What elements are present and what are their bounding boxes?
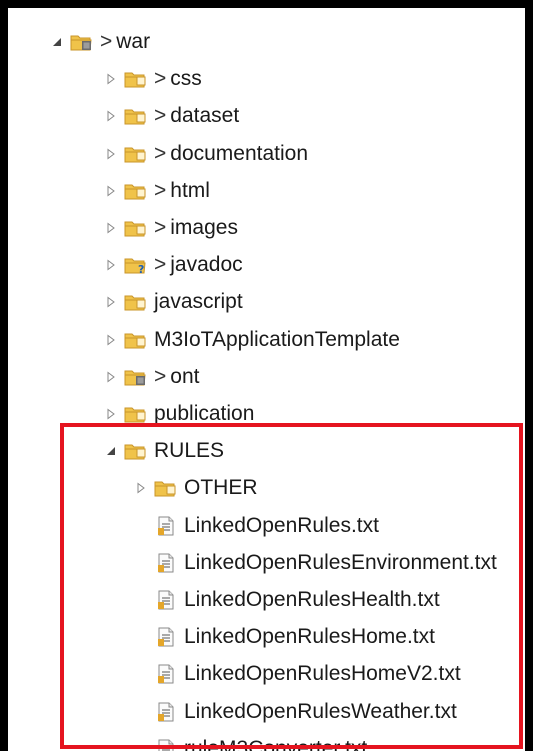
folder-item-publication[interactable]: publication: [104, 396, 254, 432]
collapsed-arrow-icon[interactable]: [104, 333, 118, 347]
folder-icon: [124, 106, 148, 126]
folder-icon: [124, 292, 148, 312]
expanded-arrow-icon[interactable]: [50, 35, 64, 49]
collapsed-arrow-icon[interactable]: [104, 109, 118, 123]
folder-item-javadoc[interactable]: ? > javadoc: [104, 247, 243, 283]
folder-icon: [124, 69, 148, 89]
tree-item-label: war: [116, 30, 151, 53]
folder-icon: [124, 181, 148, 201]
outgoing-change-marker: >: [154, 253, 167, 277]
outgoing-change-marker: >: [100, 30, 113, 53]
outgoing-change-marker: >: [154, 104, 167, 128]
tree-item-label: RULES: [154, 439, 225, 463]
file-item-linkedopenruleshome-txt[interactable]: LinkedOpenRulesHome.txt: [154, 619, 435, 655]
file-item-linkedopenruleshomev2-txt[interactable]: LinkedOpenRulesHomeV2.txt: [154, 656, 461, 692]
folder-item-documentation[interactable]: > documentation: [104, 136, 308, 172]
folder-item-images[interactable]: > images: [104, 210, 238, 246]
text-file-icon: [154, 664, 178, 684]
tree-item-label: M3IoTApplicationTemplate: [154, 327, 400, 351]
tree-item-label: ruleM3Converter.txt: [184, 736, 368, 751]
text-file-icon: [154, 627, 178, 647]
tree-item-label: javadoc: [170, 253, 243, 277]
unknown-folder-icon: ?: [124, 255, 148, 275]
collapsed-arrow-icon[interactable]: [104, 147, 118, 161]
text-file-icon: [154, 590, 178, 610]
folder-item-html[interactable]: > html: [104, 173, 210, 209]
collapsed-arrow-icon[interactable]: [104, 72, 118, 86]
folder-icon: [124, 330, 148, 350]
file-item-rulem3converter-txt[interactable]: ruleM3Converter.txt: [154, 731, 367, 751]
collapsed-arrow-icon[interactable]: [134, 481, 148, 495]
text-file-icon: [154, 739, 178, 751]
outgoing-change-marker: >: [154, 178, 167, 202]
text-file-icon: [154, 553, 178, 573]
tree-item-label: LinkedOpenRulesWeather.txt: [184, 699, 457, 723]
tree-item-label: images: [170, 216, 238, 239]
text-file-icon: [154, 516, 178, 536]
folder-icon: [124, 404, 148, 424]
file-item-linkedopenrulesenvironment-txt[interactable]: LinkedOpenRulesEnvironment.txt: [154, 545, 497, 581]
collapsed-arrow-icon[interactable]: [104, 184, 118, 198]
tree-item-label: ont: [170, 364, 200, 388]
folder-item-dataset[interactable]: > dataset: [104, 98, 239, 134]
folder-item-m3iotapplicationtemplate[interactable]: M3IoTApplicationTemplate: [104, 322, 400, 358]
folder-icon: [154, 478, 178, 498]
tree-item-label: LinkedOpenRulesHome.txt: [184, 625, 435, 649]
outgoing-change-marker: >: [154, 67, 167, 91]
tree-item-label: publication: [154, 402, 255, 425]
folder-item-rules[interactable]: RULES: [104, 433, 224, 469]
folder-item-other[interactable]: OTHER: [134, 470, 258, 506]
collapsed-arrow-icon[interactable]: [104, 221, 118, 235]
folder-item-javascript[interactable]: javascript: [104, 284, 243, 320]
folder-item-ont[interactable]: > ont: [104, 359, 199, 395]
package-folder-icon: [70, 32, 94, 52]
collapsed-arrow-icon[interactable]: [104, 370, 118, 384]
outgoing-change-marker: >: [154, 141, 167, 165]
tree-item-label: dataset: [170, 104, 240, 128]
collapsed-arrow-icon[interactable]: [104, 295, 118, 309]
collapsed-arrow-icon[interactable]: [104, 407, 118, 421]
tree-item-label: LinkedOpenRulesHomeV2.txt: [184, 662, 461, 686]
collapsed-arrow-icon[interactable]: [104, 258, 118, 272]
outgoing-change-marker: >: [154, 216, 167, 239]
folder-item-war[interactable]: > war: [50, 24, 150, 60]
tree-item-label: OTHER: [184, 476, 258, 500]
expanded-arrow-icon[interactable]: [104, 444, 118, 458]
package-folder-icon: [124, 367, 148, 387]
folder-item-css[interactable]: > css: [104, 61, 202, 97]
svg-text:?: ?: [138, 263, 144, 275]
file-item-linkedopenruleshealth-txt[interactable]: LinkedOpenRulesHealth.txt: [154, 582, 440, 618]
tree-item-label: css: [170, 67, 202, 91]
folder-icon: [124, 441, 148, 461]
file-item-linkedopenrules-txt[interactable]: LinkedOpenRules.txt: [154, 508, 379, 544]
tree-item-label: LinkedOpenRulesHealth.txt: [184, 588, 440, 611]
text-file-icon: [154, 702, 178, 722]
file-item-linkedopenrulesweather-txt[interactable]: LinkedOpenRulesWeather.txt: [154, 694, 457, 730]
tree-item-label: javascript: [154, 290, 243, 314]
project-explorer-panel: > war > css > dataset > documentation > html > imag…: [8, 8, 525, 751]
folder-icon: [124, 218, 148, 238]
outgoing-change-marker: >: [154, 364, 167, 388]
tree-item-label: documentation: [170, 141, 309, 165]
tree-item-label: LinkedOpenRules.txt: [184, 513, 379, 537]
tree-item-label: html: [170, 178, 210, 202]
folder-icon: [124, 144, 148, 164]
tree-item-label: LinkedOpenRulesEnvironment.txt: [184, 550, 497, 574]
